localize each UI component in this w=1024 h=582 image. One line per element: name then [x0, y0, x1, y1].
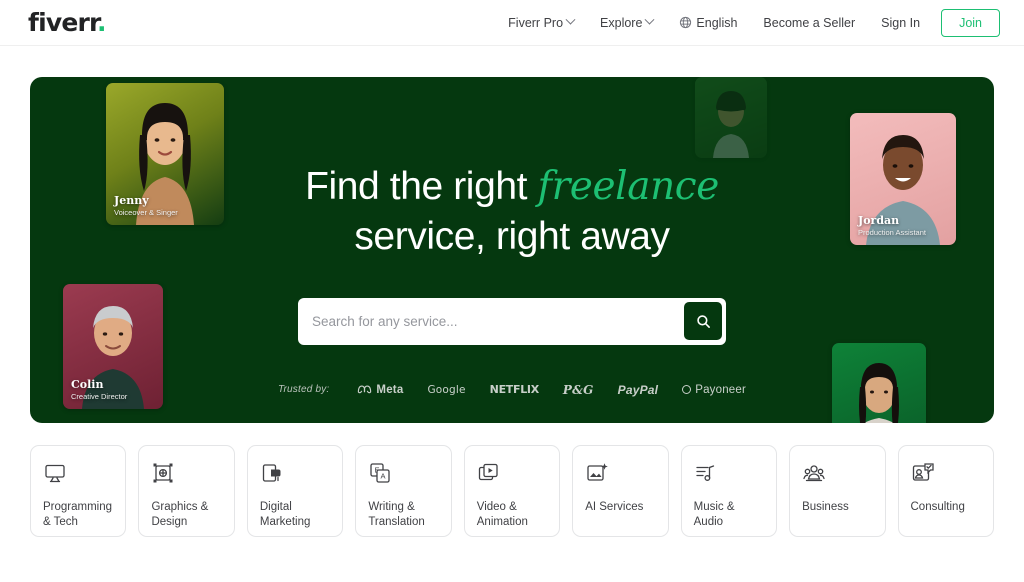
category-label: Digital Marketing — [259, 501, 311, 529]
nav-label: Become a Seller — [763, 15, 856, 30]
brand-label: Payoneer — [695, 383, 747, 396]
category-card-consulting[interactable]: Consulting — [897, 445, 994, 537]
svg-text:A: A — [381, 472, 386, 481]
trusted-by-row: Trusted by: Meta Google NETFLIX P&G PayP… — [278, 383, 746, 397]
site-header: fiverr. Fiverr Pro Explore English Becom… — [0, 0, 1024, 46]
category-label: Writing & Translation — [368, 501, 425, 529]
music-note-icon — [695, 465, 714, 481]
brand-logo-paypal: PayPal — [617, 382, 659, 397]
category-card-row: Programming & Tech Graphics & Design Dig… — [0, 423, 1024, 537]
megaphone-screen-icon — [262, 464, 281, 482]
brand-label: Meta — [376, 383, 404, 396]
category-card-programming-tech[interactable]: Programming & Tech — [30, 445, 127, 537]
nav-label: Fiverr Pro — [508, 15, 564, 30]
category-label: Video & Animation — [476, 501, 528, 529]
design-frame-icon — [153, 463, 173, 483]
brand-logo-payoneer: Payoneer — [682, 384, 746, 396]
brand-logo-meta: Meta — [357, 384, 403, 396]
category-label: Consulting — [910, 501, 965, 513]
category-label: Programming & Tech — [43, 501, 113, 529]
search-submit-button[interactable] — [684, 302, 722, 341]
search-input[interactable] — [298, 313, 684, 329]
nav-label: Explore — [600, 15, 643, 30]
payoneer-ring-icon — [682, 385, 692, 395]
category-card-graphics-design[interactable]: Graphics & Design — [138, 445, 235, 537]
people-group-icon — [803, 465, 825, 482]
category-label: Graphics & Design — [151, 501, 209, 529]
headline-part-2: service, right away — [354, 214, 670, 258]
hero-search-bar[interactable] — [298, 297, 726, 345]
nav-item-explore[interactable]: Explore — [587, 10, 666, 36]
headline-accent-word: freelance — [537, 164, 720, 209]
category-card-writing-translation[interactable]: E A Writing & Translation — [355, 445, 452, 537]
video-play-icon — [478, 463, 498, 481]
category-label: AI Services — [585, 501, 644, 513]
brand-logo-netflix: NETFLIX — [489, 383, 540, 397]
category-card-video-animation[interactable]: Video & Animation — [463, 445, 561, 537]
category-card-music-audio[interactable]: Music & Audio — [680, 445, 778, 537]
join-button[interactable]: Join — [941, 8, 1000, 37]
ai-image-sparkle-icon — [587, 463, 608, 481]
category-label: Music & Audio — [693, 501, 735, 529]
category-card-digital-marketing[interactable]: Digital Marketing — [246, 445, 344, 537]
nav-item-become-a-seller[interactable]: Become a Seller — [750, 10, 868, 36]
nav-label: English — [696, 15, 738, 30]
category-label: Business — [802, 501, 849, 513]
meta-infinity-icon — [358, 385, 372, 394]
brand-logo-google: Google — [427, 383, 466, 396]
chevron-down-icon — [644, 14, 655, 25]
search-icon — [696, 315, 710, 328]
hero-headline: Find the right freelance service, right … — [305, 162, 719, 262]
category-card-business[interactable]: Business — [789, 445, 886, 537]
trusted-by-label: Trusted by: — [277, 384, 330, 396]
hero-banner: Jenny Voiceover & Singer Colin Creative … — [30, 77, 994, 423]
logo-text: fiverr — [28, 8, 98, 37]
logo-dot: . — [97, 8, 106, 37]
consulting-person-icon — [912, 463, 934, 481]
fiverr-logo[interactable]: fiverr. — [28, 10, 106, 35]
nav-item-sign-in[interactable]: Sign In — [868, 10, 933, 36]
nav-label: Sign In — [881, 15, 921, 30]
translate-icon: E A — [370, 463, 390, 483]
main-navigation: Fiverr Pro Explore English Become a Sell… — [495, 8, 1000, 37]
chevron-down-icon — [565, 14, 576, 25]
nav-item-language[interactable]: English — [666, 10, 750, 36]
hero-section-wrapper: Jenny Voiceover & Singer Colin Creative … — [0, 46, 1024, 423]
category-card-ai-services[interactable]: AI Services — [572, 445, 669, 537]
hero-content: Find the right freelance service, right … — [30, 77, 994, 397]
brand-logo-pg: P&G — [562, 382, 594, 397]
nav-item-fiverr-pro[interactable]: Fiverr Pro — [495, 10, 587, 36]
monitor-icon — [45, 464, 65, 483]
globe-icon — [680, 16, 692, 29]
headline-part-1: Find the right — [305, 165, 538, 208]
